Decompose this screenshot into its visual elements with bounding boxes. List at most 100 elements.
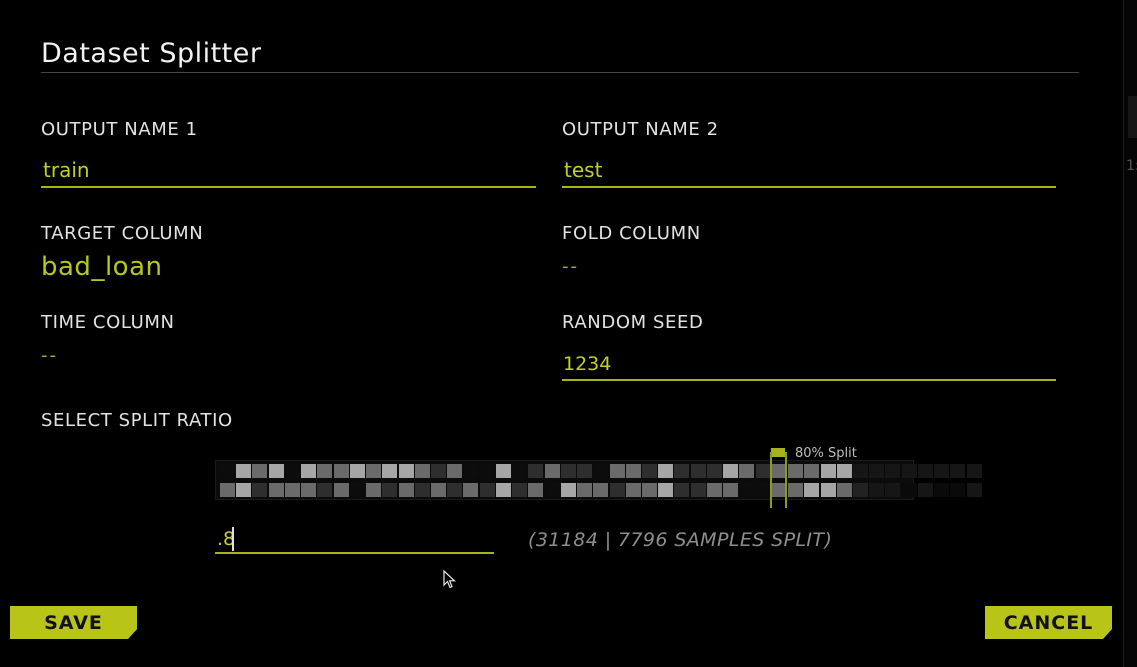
split-grid-cell	[528, 483, 544, 497]
split-grid-cell	[268, 483, 284, 497]
split-grid-cell	[788, 483, 804, 497]
random-seed-label: RANDOM SEED	[562, 312, 704, 333]
split-grid-cell	[495, 464, 511, 478]
split-grid-cell	[268, 464, 284, 478]
split-grid-cell	[593, 483, 609, 497]
split-grid-cell	[463, 483, 479, 497]
split-grid-cell	[966, 483, 982, 497]
dataset-splitter-dialog: Dataset Splitter OUTPUT NAME 1 train OUT…	[0, 0, 1123, 667]
split-grid-cell	[934, 483, 950, 497]
split-grid-cell	[723, 483, 739, 497]
split-ratio-grid[interactable]	[215, 460, 982, 500]
split-grid-cell	[658, 483, 674, 497]
split-grid-cell	[544, 464, 560, 478]
samples-split-text: (31184 | 7796 SAMPLES SPLIT)	[528, 529, 833, 551]
split-grid-cell	[869, 483, 885, 497]
target-column-value[interactable]: bad_loan	[41, 252, 162, 282]
save-button[interactable]: SAVE	[10, 606, 137, 639]
split-grid-cell	[641, 464, 657, 478]
split-grid-cell	[463, 464, 479, 478]
split-grid-cell	[349, 464, 365, 478]
output-name-1-underline	[41, 186, 536, 188]
output-name-1-label: OUTPUT NAME 1	[41, 119, 198, 140]
split-grid-cell	[917, 483, 933, 497]
background-panel-edge: 1:	[1123, 0, 1137, 667]
split-grid-cell	[706, 464, 722, 478]
split-grid-cell	[528, 464, 544, 478]
split-grid-cell	[641, 483, 657, 497]
time-column-label: TIME COLUMN	[41, 312, 175, 333]
split-grid-cell	[836, 464, 852, 478]
split-grid-cell	[788, 464, 804, 478]
split-grid-cell	[869, 464, 885, 478]
split-grid-cell	[495, 483, 511, 497]
split-grid-cell	[544, 483, 560, 497]
split-grid-cell	[625, 464, 641, 478]
output-name-2-label: OUTPUT NAME 2	[562, 119, 719, 140]
target-column-label: TARGET COLUMN	[41, 223, 204, 244]
output-name-2-input[interactable]: test	[564, 158, 602, 182]
split-grid-cell	[723, 464, 739, 478]
split-grid-cell	[836, 483, 852, 497]
split-grid-cell	[252, 464, 268, 478]
split-grid-cell	[739, 483, 755, 497]
split-grid-cell	[901, 483, 917, 497]
split-grid-cell	[333, 483, 349, 497]
split-grid-cell	[512, 483, 528, 497]
split-grid-cell	[398, 483, 414, 497]
split-grid-cell	[577, 483, 593, 497]
split-marker-line-left[interactable]	[770, 452, 772, 508]
split-marker-label: 80% Split	[795, 446, 857, 461]
split-grid-cell	[950, 483, 966, 497]
split-grid-cell	[966, 464, 982, 478]
split-grid-cell	[755, 464, 771, 478]
split-grid-cell	[284, 483, 300, 497]
split-grid-cell	[479, 483, 495, 497]
split-grid-cell	[317, 483, 333, 497]
split-grid-cell	[609, 464, 625, 478]
split-grid-cell	[301, 483, 317, 497]
split-grid-cell	[950, 464, 966, 478]
split-grid-cell	[852, 483, 868, 497]
split-grid-cell	[690, 483, 706, 497]
split-grid-cell	[560, 483, 576, 497]
split-grid-cell	[366, 483, 382, 497]
split-grid-cell	[447, 483, 463, 497]
split-grid-cell	[917, 464, 933, 478]
split-grid-cell	[852, 464, 868, 478]
time-column-value[interactable]: --	[41, 345, 58, 366]
text-caret	[232, 527, 234, 551]
background-panel-tab	[1128, 96, 1137, 138]
split-ratio-input[interactable]: .8	[217, 528, 493, 552]
split-grid-cell	[560, 464, 576, 478]
split-grid-cell	[690, 464, 706, 478]
split-grid-cell	[414, 464, 430, 478]
split-grid-cell	[512, 464, 528, 478]
split-grid-cell	[934, 464, 950, 478]
dialog-title: Dataset Splitter	[41, 38, 262, 69]
split-grid-cell	[236, 483, 252, 497]
fold-column-value[interactable]: --	[562, 256, 579, 277]
split-grid-cell	[625, 483, 641, 497]
split-grid-cell	[804, 464, 820, 478]
split-grid-cell	[252, 483, 268, 497]
output-name-1-input[interactable]: train	[43, 158, 90, 182]
random-seed-input[interactable]: 1234	[563, 353, 611, 375]
split-grid-cell	[447, 464, 463, 478]
split-grid-cell	[398, 464, 414, 478]
split-grid-cell	[414, 483, 430, 497]
split-grid-cell	[382, 483, 398, 497]
background-panel-glyph: 1:	[1126, 158, 1137, 174]
split-grid-cell	[885, 483, 901, 497]
split-marker-handle[interactable]	[771, 448, 785, 457]
random-seed-underline	[562, 379, 1056, 381]
split-grid-cell	[284, 464, 300, 478]
split-grid-cell	[820, 483, 836, 497]
split-marker-line-right[interactable]	[785, 452, 787, 508]
split-grid-cell	[366, 464, 382, 478]
split-grid-cell	[901, 464, 917, 478]
output-name-2-underline	[562, 186, 1056, 188]
split-grid-cell	[577, 464, 593, 478]
split-grid-cell	[301, 464, 317, 478]
cancel-button[interactable]: CANCEL	[985, 606, 1112, 639]
